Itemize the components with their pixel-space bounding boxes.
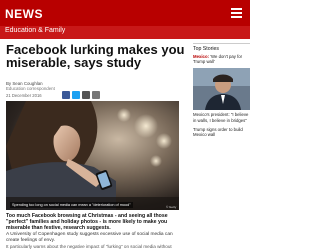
image-credit: © Getty <box>166 205 177 209</box>
twitter-share-icon[interactable] <box>72 91 80 99</box>
top-stories-title: Top Stories <box>193 43 250 52</box>
hero-image <box>6 101 179 210</box>
top-story-text: Trump signs order to build Mexico wall <box>193 126 243 138</box>
top-story-text: Mexico's president: "I believe in walls,… <box>193 112 249 123</box>
article-headline: Facebook lurking makes you miserable, sa… <box>6 42 185 70</box>
top-story-item[interactable]: Mexico's president: "I believe in walls,… <box>193 112 250 122</box>
share-icon[interactable] <box>92 91 100 99</box>
menu-icon[interactable] <box>231 8 242 20</box>
top-bar: NEWS <box>0 0 250 26</box>
share-tools <box>62 91 100 99</box>
facebook-share-icon[interactable] <box>62 91 70 99</box>
bbc-news-logo[interactable]: NEWS <box>5 7 43 21</box>
author-role: Education correspondent <box>6 86 55 91</box>
top-story-image[interactable] <box>193 68 250 111</box>
woman-at-night-image <box>6 101 179 210</box>
top-story-item[interactable]: Trump signs order to build Mexico wall <box>193 127 250 137</box>
publish-date: 21 December 2016 <box>6 93 42 98</box>
top-story-item[interactable]: Mexico: 'We don't pay for Trump wall' <box>193 54 250 64</box>
email-share-icon[interactable] <box>82 91 90 99</box>
article-paragraph-2: It particularly warns about the negative… <box>6 244 172 249</box>
section-link[interactable]: Education & Family <box>5 27 65 34</box>
image-caption: Spending too long on social media can me… <box>10 202 133 208</box>
article-paragraph: A University of Copenhagen study suggest… <box>6 232 173 243</box>
article-summary: Too much Facebook browsing at Christmas … <box>6 213 168 231</box>
sidebar: Top Stories Mexico: 'We don't pay for Tr… <box>193 43 250 141</box>
president-photo <box>193 68 250 111</box>
